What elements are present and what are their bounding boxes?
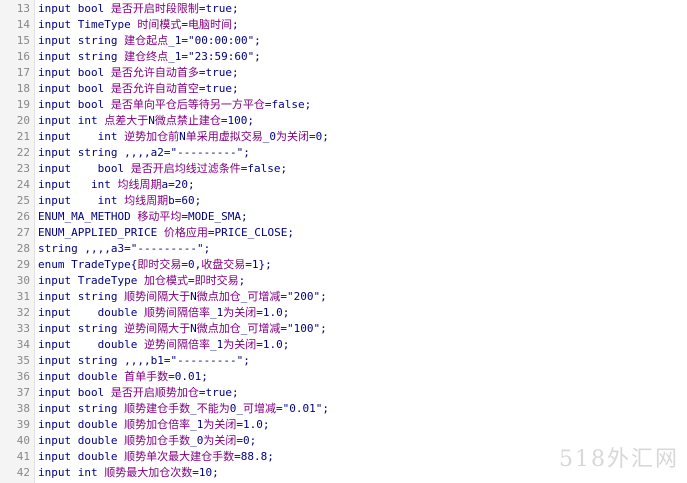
line-number: 42 xyxy=(16,466,30,479)
code-text[interactable]: input string 建仓起点_1="00:00:00"; xyxy=(38,33,261,49)
code-text[interactable]: input TimeType 时间模式=电脑时间; xyxy=(38,17,239,33)
code-text[interactable]: ENUM_APPLIED_PRICE 价格应用=PRICE_CLOSE; xyxy=(38,225,294,241)
code-text[interactable]: input double 顺势间隔倍率_1为关闭=1.0; xyxy=(38,305,289,321)
code-text[interactable]: input string 建仓终点_1="23:59:60"; xyxy=(38,49,261,65)
line-number: 36 xyxy=(16,370,30,383)
code-text[interactable]: input string ,,,,a2="---------"; xyxy=(38,145,250,161)
line-number: 16 xyxy=(16,50,30,63)
line-number: 26 xyxy=(16,210,30,223)
line-number: 28 xyxy=(16,242,30,255)
code-text[interactable]: input double 逆势间隔倍率_1为关闭=1.0; xyxy=(38,337,289,353)
code-text[interactable]: enum TradeType{即时交易=0,收盘交易=1}; xyxy=(38,257,272,273)
line-number: 14 xyxy=(16,18,30,31)
code-text[interactable]: input string 顺势建仓手数_不能为0_可增减="0.01"; xyxy=(38,401,329,417)
line-number: 15 xyxy=(16,34,30,47)
line-number: 38 xyxy=(16,402,30,415)
code-text[interactable]: input bool 是否允许自动首多=true; xyxy=(38,65,239,81)
code-text[interactable]: input int 均线周期a=20; xyxy=(38,177,195,193)
line-number: 39 xyxy=(16,418,30,431)
code-text[interactable]: input string 顺势间隔大于N微点加仓_可增减="200"; xyxy=(38,289,327,305)
code-text[interactable]: input int 均线周期b=60; xyxy=(38,193,201,209)
line-number: 37 xyxy=(16,386,30,399)
line-number: 40 xyxy=(16,434,30,447)
code-text[interactable]: input string ,,,,b1="---------"; xyxy=(38,353,250,369)
code-editor[interactable]: 13 input bool 是否开启时段限制=true; 14 input TimeT… xyxy=(0,0,687,483)
code-text[interactable]: input string 逆势间隔大于N微点加仓_可增减="100"; xyxy=(38,321,327,337)
line-number: 19 xyxy=(16,98,30,111)
code-text[interactable]: input bool 是否开启均线过滤条件=false; xyxy=(38,161,287,177)
line-number: 22 xyxy=(16,146,30,159)
line-number: 29 xyxy=(16,258,30,271)
line-number: 35 xyxy=(16,354,30,367)
line-number: 25 xyxy=(16,194,30,207)
line-number: 33 xyxy=(16,322,30,335)
line-number: 34 xyxy=(16,338,30,351)
code-text[interactable]: input bool 是否开启顺势加仓=true; xyxy=(38,385,239,401)
code-text[interactable]: input double 首单手数=0.01; xyxy=(38,369,208,385)
line-number: 27 xyxy=(16,226,30,239)
code-text[interactable]: input double 顺势加仓倍率_1为关闭=1.0; xyxy=(38,417,269,433)
line-number: 30 xyxy=(16,274,30,287)
line-number: 24 xyxy=(16,178,30,191)
code-text[interactable]: input int 顺势最大加仓次数=10; xyxy=(38,465,219,481)
line-number: 31 xyxy=(16,290,30,303)
code-text[interactable]: ENUM_MA_METHOD 移动平均=MODE_SMA; xyxy=(38,209,248,225)
code-text[interactable]: string ,,,,a3="---------"; xyxy=(38,241,210,257)
line-number: 20 xyxy=(16,114,30,127)
line-number: 41 xyxy=(16,450,30,463)
line-number: 32 xyxy=(16,306,30,319)
line-number: 18 xyxy=(16,82,30,95)
code-text[interactable]: input TradeType 加仓模式=即时交易; xyxy=(38,273,245,289)
code-text[interactable]: input double 顺势加仓手数_0为关闭=0; xyxy=(38,433,256,449)
watermark: 518外汇网 xyxy=(559,447,679,472)
code-text[interactable]: input bool 是否单向平仓后等待另一方平仓=false; xyxy=(38,97,311,113)
code-text[interactable]: input bool 是否开启时段限制=true; xyxy=(38,1,239,17)
line-number: 23 xyxy=(16,162,30,175)
code-text[interactable]: input bool 是否允许自动首空=true; xyxy=(38,81,239,97)
code-text[interactable]: input double 顺势单次最大建仓手数=88.8; xyxy=(38,449,274,465)
line-number: 21 xyxy=(16,130,30,143)
code-text[interactable]: input int 逆势加仓前N单采用虚拟交易_0为关闭=0; xyxy=(38,129,329,145)
line-number: 13 xyxy=(16,2,30,15)
line-number: 17 xyxy=(16,66,30,79)
code-text[interactable]: input int 点差大于N微点禁止建仓=100; xyxy=(38,113,254,129)
